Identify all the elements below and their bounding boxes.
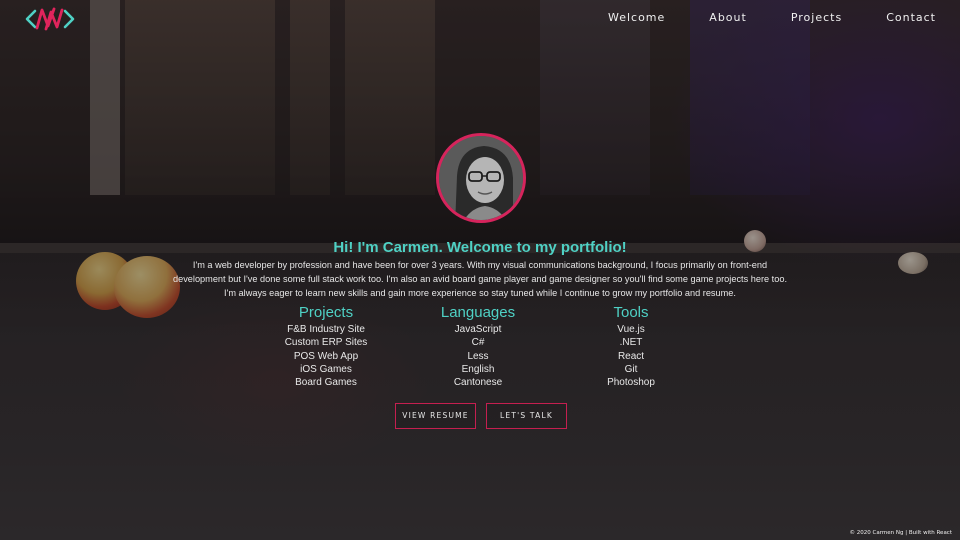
list-item: POS Web App — [293, 350, 359, 362]
main-nav: Welcome About Projects Contact — [564, 11, 936, 24]
column-title: Tools — [613, 304, 649, 321]
list-item: English — [461, 363, 495, 375]
profile-avatar — [436, 133, 526, 223]
list-item: React — [617, 350, 645, 362]
nav-contact[interactable]: Contact — [886, 11, 936, 24]
list-item: C# — [471, 337, 485, 349]
intro-paragraph: I'm a web developer by profession and ha… — [172, 260, 787, 298]
projects-column: Projects F&B Industry Site Custom ERP Si… — [246, 304, 406, 389]
list-item: F&B Industry Site — [287, 324, 365, 335]
column-title: Projects — [298, 304, 354, 321]
column-title: Languages — [440, 304, 516, 321]
tools-column: Tools Vue.js .NET React Git Photoshop — [551, 304, 711, 389]
list-item: Photoshop — [607, 377, 655, 389]
list-item: .NET — [619, 337, 643, 349]
list-item: JavaScript — [454, 324, 502, 335]
list-item: Custom ERP Sites — [284, 337, 368, 349]
nav-projects[interactable]: Projects — [791, 11, 842, 24]
list-item: Cantonese — [453, 377, 503, 389]
nav-welcome[interactable]: Welcome — [608, 11, 665, 24]
list-item: Board Games — [295, 377, 357, 389]
footer-credit: © 2020 Carmen Ng | Built with React — [849, 530, 952, 536]
list-item: Vue.js — [617, 324, 645, 335]
nav-about[interactable]: About — [709, 11, 747, 24]
languages-column: Languages JavaScript C# Less English Can… — [398, 304, 558, 389]
list-item: Less — [467, 350, 489, 362]
view-resume-button[interactable]: VIEW RESUME — [395, 403, 476, 429]
list-item: iOS Games — [300, 363, 352, 375]
lets-talk-button[interactable]: LET'S TALK — [486, 403, 567, 429]
list-item: Git — [624, 363, 638, 375]
nn-logo-icon[interactable] — [24, 6, 76, 32]
greeting-heading: Hi! I'm Carmen. Welcome to my portfolio! — [333, 239, 627, 256]
